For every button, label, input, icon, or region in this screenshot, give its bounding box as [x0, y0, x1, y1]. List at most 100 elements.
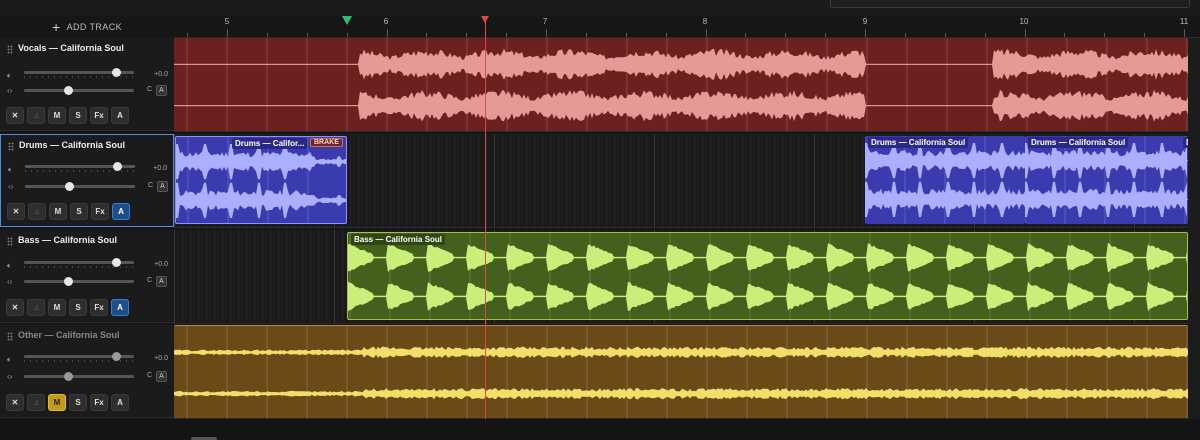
vertical-scrollbar[interactable]	[1188, 38, 1200, 419]
grid-line	[710, 134, 711, 227]
mute-button[interactable]: M	[48, 107, 66, 124]
automation-button[interactable]: A	[111, 107, 129, 124]
solo-button[interactable]: S	[69, 394, 87, 411]
waveform	[865, 136, 1025, 224]
grid-line	[606, 134, 607, 227]
grid-line	[582, 134, 583, 227]
grid-line	[182, 230, 183, 323]
volume-slider[interactable]	[25, 162, 135, 171]
solo-button[interactable]: S	[70, 203, 88, 220]
playhead[interactable]	[485, 16, 486, 420]
grid-line	[854, 134, 855, 227]
ruler-tick	[1144, 33, 1146, 37]
grid-line	[822, 134, 823, 227]
grid-line	[310, 230, 311, 323]
mute-button[interactable]: M	[48, 394, 66, 411]
volume-slider[interactable]	[24, 258, 134, 267]
grid-line	[494, 134, 495, 227]
automation-button[interactable]: A	[112, 203, 130, 220]
instrument-button[interactable]: ♫	[27, 299, 45, 316]
remove-track-button[interactable]: ✕	[6, 394, 24, 411]
grid-line	[430, 134, 431, 227]
instrument-button[interactable]: ♫	[28, 203, 46, 220]
pan-knob[interactable]	[64, 372, 73, 381]
drag-handle-icon[interactable]	[8, 142, 14, 151]
timeline-ruler[interactable]: 5 6 7 8 9 10 11	[174, 16, 1200, 38]
volume-value: +0.0	[154, 261, 168, 268]
pan-knob[interactable]	[64, 86, 73, 95]
solo-button[interactable]: S	[69, 107, 87, 124]
audio-clip[interactable]: Drums — Califor... BRAKE	[175, 136, 347, 224]
track-lane-drums[interactable]: Drums — Califor... BRAKE Drums — Califor…	[174, 134, 1188, 228]
pan-slider[interactable]	[24, 277, 134, 286]
audio-clip[interactable]: Bass — California Soul	[347, 232, 1188, 320]
remove-track-button[interactable]: ✕	[7, 203, 25, 220]
drag-handle-icon[interactable]	[7, 332, 13, 341]
ruler-tick	[904, 33, 906, 37]
track-name: Other — California Soul	[18, 330, 120, 340]
volume-slider[interactable]	[24, 352, 134, 361]
automation-toggle[interactable]: A	[156, 276, 167, 287]
track-lane-other[interactable]	[174, 325, 1188, 419]
track-header-bass[interactable]: Bass — California Soul 🔈︎ +0.0 ‹› C A ✕ …	[0, 230, 174, 323]
automation-toggle[interactable]: A	[156, 85, 167, 96]
grid-line	[638, 134, 639, 227]
volume-slider[interactable]	[24, 68, 134, 77]
automation-toggle[interactable]: A	[157, 181, 168, 192]
grid-line	[478, 134, 479, 227]
audio-clip[interactable]	[174, 325, 1188, 418]
volume-knob[interactable]	[112, 68, 121, 77]
automation-button[interactable]: A	[111, 299, 129, 316]
mute-button[interactable]: M	[48, 299, 66, 316]
plus-icon: +	[51, 19, 61, 35]
grid-line	[206, 230, 207, 323]
track-lane-bass[interactable]: Bass — California Soul	[174, 230, 1188, 324]
audio-clip[interactable]	[174, 38, 1188, 131]
grid-line	[686, 134, 687, 227]
grid-line	[542, 134, 543, 227]
instrument-button[interactable]: ♫	[27, 107, 45, 124]
grid-line	[318, 230, 319, 323]
track-header-drums[interactable]: Drums — California Soul 🔈︎ +0.0 ‹› C A ✕…	[0, 134, 174, 227]
pan-value: C	[147, 277, 153, 284]
automation-toggle[interactable]: A	[156, 371, 167, 382]
track-header-vocals[interactable]: Vocals — California Soul 🔈︎ +0.0 ‹› C A …	[0, 38, 174, 131]
mute-button[interactable]: M	[49, 203, 67, 220]
ruler-tick	[546, 29, 547, 37]
remove-track-button[interactable]: ✕	[6, 299, 24, 316]
grid-line	[766, 134, 767, 227]
waveform	[1025, 136, 1188, 224]
pan-knob[interactable]	[65, 182, 74, 191]
clip-label: Drums — Califor...	[232, 138, 308, 149]
pan-knob[interactable]	[64, 277, 73, 286]
fx-button[interactable]: Fx	[90, 107, 108, 124]
volume-knob[interactable]	[112, 352, 121, 361]
volume-knob[interactable]	[113, 162, 122, 171]
fx-button[interactable]: Fx	[90, 394, 108, 411]
drag-handle-icon[interactable]	[7, 45, 13, 54]
audio-clip[interactable]: Drums — California Soul D	[1025, 136, 1188, 224]
waveform-shape	[174, 89, 1188, 122]
volume-knob[interactable]	[112, 258, 121, 267]
playhead-handle[interactable]	[481, 16, 489, 23]
automation-button[interactable]: A	[111, 394, 129, 411]
fx-button[interactable]: Fx	[90, 299, 108, 316]
loop-start-marker[interactable]	[342, 16, 352, 25]
track-lane-vocals[interactable]	[174, 38, 1188, 132]
track-header-other[interactable]: Other — California Soul 🔈︎ +0.0 ‹› C A ✕…	[0, 325, 174, 418]
instrument-button[interactable]: ♫	[27, 394, 45, 411]
remove-track-button[interactable]: ✕	[6, 107, 24, 124]
drag-handle-icon[interactable]	[7, 237, 13, 246]
pan-slider[interactable]	[25, 182, 135, 191]
pan-slider[interactable]	[24, 86, 134, 95]
clip-label: Bass — California Soul	[351, 234, 446, 245]
solo-button[interactable]: S	[69, 299, 87, 316]
ruler-tick	[785, 33, 787, 37]
fx-button[interactable]: Fx	[91, 203, 109, 220]
add-track-button[interactable]: + ADD TRACK	[0, 16, 174, 38]
ruler-tick	[944, 33, 946, 37]
speaker-icon: 🔈︎	[7, 355, 12, 364]
audio-clip[interactable]: Drums — California Soul	[865, 136, 1025, 224]
grid-line	[590, 134, 591, 227]
pan-slider[interactable]	[24, 372, 134, 381]
